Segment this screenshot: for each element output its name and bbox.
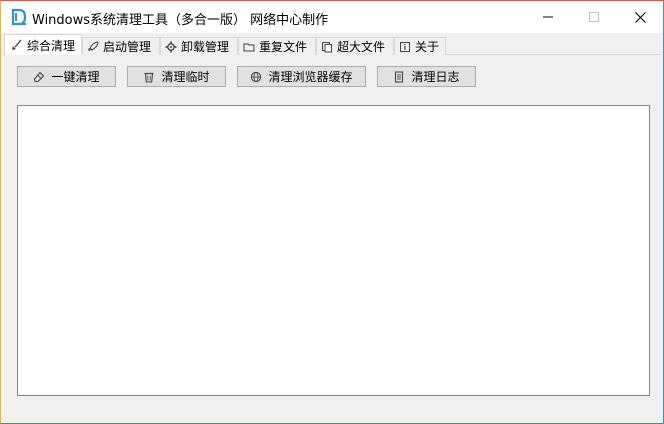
copy-files-icon (321, 41, 333, 53)
button-label: 清理浏览器缓存 (268, 70, 353, 84)
tab-label: 启动管理 (103, 40, 152, 54)
document-icon (393, 70, 405, 83)
minimize-button[interactable] (525, 1, 571, 33)
gear-icon (165, 41, 177, 53)
clean-browser-cache-button[interactable]: 清理浏览器缓存 (237, 66, 366, 87)
clean-log-button[interactable]: 清理日志 (377, 66, 476, 87)
eraser-icon (33, 71, 45, 83)
close-button[interactable] (617, 1, 663, 33)
minimize-icon (543, 16, 553, 18)
close-icon (634, 11, 646, 23)
one-click-clean-button[interactable]: 一键清理 (17, 66, 116, 87)
clean-temp-button[interactable]: 清理临时 (127, 66, 226, 87)
maximize-button[interactable] (571, 1, 617, 33)
log-output-area[interactable] (17, 105, 650, 396)
rocket-icon (87, 40, 99, 53)
tab-label: 卸载管理 (181, 40, 230, 54)
app-logo-icon (10, 8, 28, 26)
info-icon (399, 41, 411, 53)
tab-label: 关于 (415, 40, 440, 54)
tab-label: 综合清理 (27, 38, 76, 53)
tab-about[interactable]: 关于 (394, 37, 446, 55)
trash-icon (143, 71, 155, 83)
tab-large-files[interactable]: 超大文件 (316, 37, 394, 55)
tab-label: 重复文件 (259, 40, 308, 54)
tab-duplicate-files[interactable]: 重复文件 (238, 37, 316, 55)
button-label: 清理日志 (411, 70, 460, 84)
folder-icon (243, 41, 255, 53)
app-window: Windows系统清理工具（多合一版） 网络中心制作 综合清理 启动管理 卸载管… (0, 0, 664, 424)
globe-icon (250, 71, 262, 83)
tab-uninstall-manager[interactable]: 卸载管理 (160, 37, 238, 55)
maximize-icon (589, 12, 599, 22)
title-bar[interactable]: Windows系统清理工具（多合一版） 网络中心制作 (1, 1, 663, 33)
window-title: Windows系统清理工具（多合一版） 网络中心制作 (32, 13, 329, 28)
broom-icon (11, 39, 23, 51)
tab-label: 超大文件 (337, 40, 386, 54)
tab-startup-manager[interactable]: 启动管理 (82, 37, 160, 55)
button-label: 一键清理 (51, 70, 100, 84)
button-label: 清理临时 (161, 70, 210, 84)
tab-comprehensive-clean[interactable]: 综合清理 (4, 34, 82, 55)
